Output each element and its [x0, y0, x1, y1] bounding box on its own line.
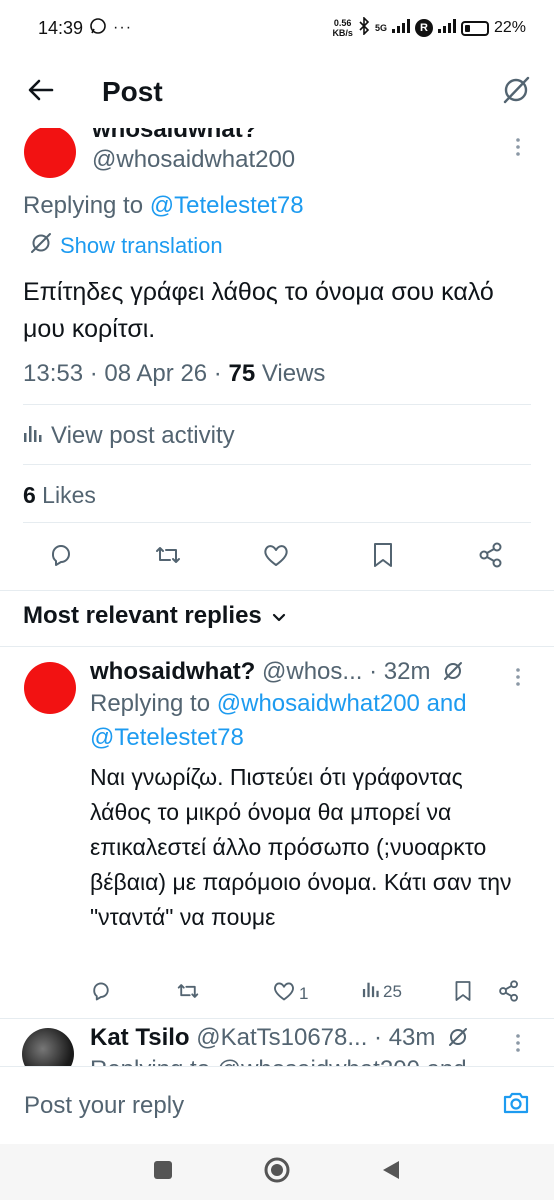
reply-icon[interactable] — [90, 980, 112, 1002]
back-arrow-icon[interactable] — [28, 79, 54, 106]
divider — [0, 646, 554, 647]
network-speed: 0.56 KB/s — [332, 18, 353, 38]
post-meta: 13:53 · 08 Apr 26 · 75 Views — [23, 360, 325, 388]
signal-icon — [391, 18, 410, 38]
reply-age: · 43m — [367, 1024, 436, 1051]
divider — [23, 404, 531, 405]
notification-overflow-icon: ··· — [113, 19, 133, 36]
analytics-icon — [362, 980, 380, 1003]
post-thread[interactable]: whosaidwhat? @whosaidwhat200 Replying to… — [0, 116, 554, 1066]
sort-replies-button[interactable]: Most relevant replies — [23, 602, 286, 630]
replying-to-link[interactable]: @Tetelestet78 — [150, 192, 304, 219]
like-icon[interactable] — [262, 542, 290, 568]
show-translation-label: Show translation — [60, 233, 223, 258]
avatar[interactable] — [24, 662, 76, 714]
battery-icon — [460, 20, 489, 36]
battery-level: 22% — [493, 19, 526, 36]
grok-icon[interactable] — [448, 1026, 468, 1054]
share-icon[interactable] — [478, 542, 504, 568]
divider — [0, 1018, 554, 1019]
more-icon[interactable] — [516, 138, 522, 156]
avatar[interactable] — [22, 1028, 74, 1066]
grok-icon[interactable] — [502, 76, 530, 109]
replying-to-link[interactable]: @whosaidwhat200 and — [217, 690, 467, 717]
nav-home-icon[interactable] — [263, 1156, 291, 1189]
carrier-badge: R — [414, 19, 433, 37]
reply-composer[interactable]: Post your reply — [0, 1066, 554, 1144]
system-nav-bar — [0, 1144, 554, 1200]
reply-author-name[interactable]: whosaidwhat? — [90, 658, 255, 685]
reply-author-handle[interactable]: @KatTs10678... — [196, 1024, 367, 1051]
reply-header: Kat Tsilo @KatTs10678... · 43m — [90, 1024, 468, 1054]
likes-label: Likes — [35, 482, 96, 508]
camera-icon[interactable] — [502, 1090, 530, 1121]
reply-actions: 1 25 — [0, 976, 554, 1008]
like-button[interactable]: 1 — [272, 980, 308, 1007]
reply-replying-to: Replying to @whosaidwhat200 and — [90, 690, 467, 717]
reply-author-name[interactable]: Kat Tsilo — [90, 1024, 190, 1051]
post-author-handle[interactable]: @whosaidwhat200 — [92, 146, 295, 174]
analytics-icon — [23, 422, 43, 450]
repost-icon[interactable] — [176, 980, 200, 1002]
page-title: Post — [102, 76, 163, 107]
translate-icon — [30, 232, 52, 260]
nav-recents-icon[interactable] — [153, 1160, 173, 1185]
likes-summary[interactable]: 6 Likes — [23, 482, 96, 509]
views-count: 25 — [383, 981, 402, 1001]
network-type: 5G — [374, 23, 387, 33]
replying-to: Replying to @Tetelestet78 — [23, 192, 304, 219]
divider — [23, 522, 531, 523]
like-icon — [272, 980, 296, 1007]
reply-text: Ναι γνωρίζω. Πιστεύει ότι γράφοντας λάθο… — [90, 764, 512, 930]
like-count: 1 — [299, 983, 309, 1003]
divider — [23, 464, 531, 465]
status-bar: 14:39 ··· 0.56 KB/s 5G R 22% — [0, 0, 554, 56]
chevron-down-icon — [272, 602, 286, 630]
show-translation-button[interactable]: Show translation — [30, 232, 223, 260]
top-bar: Post — [0, 56, 554, 128]
whatsapp-icon — [89, 17, 107, 40]
likes-count: 6 — [23, 482, 36, 508]
repost-icon[interactable] — [154, 542, 182, 568]
reply-header: whosaidwhat? @whos... · 32m — [90, 658, 463, 688]
post-text: Επίτηδες γράφει λάθος το όνομα σου καλό … — [23, 278, 494, 343]
avatar[interactable] — [24, 126, 76, 178]
signal-icon-2 — [437, 18, 456, 38]
views-label: Views — [255, 360, 326, 387]
replying-to-link[interactable]: @Tetelestet78 — [90, 724, 244, 752]
reply-input[interactable]: Post your reply — [24, 1092, 184, 1120]
bookmark-icon[interactable] — [454, 980, 472, 1002]
more-icon[interactable] — [516, 1034, 522, 1052]
reply-author-handle[interactable]: @whos... — [262, 658, 362, 685]
activity-label: View post activity — [51, 422, 235, 449]
views-button[interactable]: 25 — [362, 980, 402, 1003]
bluetooth-icon — [358, 15, 370, 40]
grok-icon[interactable] — [443, 660, 463, 688]
reply-icon[interactable] — [48, 542, 74, 568]
post-actions — [0, 536, 554, 576]
bookmark-icon[interactable] — [372, 542, 394, 568]
status-time: 14:39 — [38, 17, 84, 38]
post-timestamp: 13:53 · 08 Apr 26 · — [23, 360, 229, 387]
reply-age: · 32m — [362, 658, 431, 685]
reply-replying-to: Replying to @whosaidwhat200 and — [90, 1056, 467, 1066]
sort-replies-label: Most relevant replies — [23, 602, 262, 629]
share-icon[interactable] — [498, 980, 520, 1002]
view-post-activity-button[interactable]: View post activity — [23, 422, 235, 450]
divider — [0, 590, 554, 591]
views-count: 75 — [228, 360, 256, 387]
nav-back-icon[interactable] — [381, 1159, 401, 1186]
more-icon[interactable] — [516, 668, 522, 686]
